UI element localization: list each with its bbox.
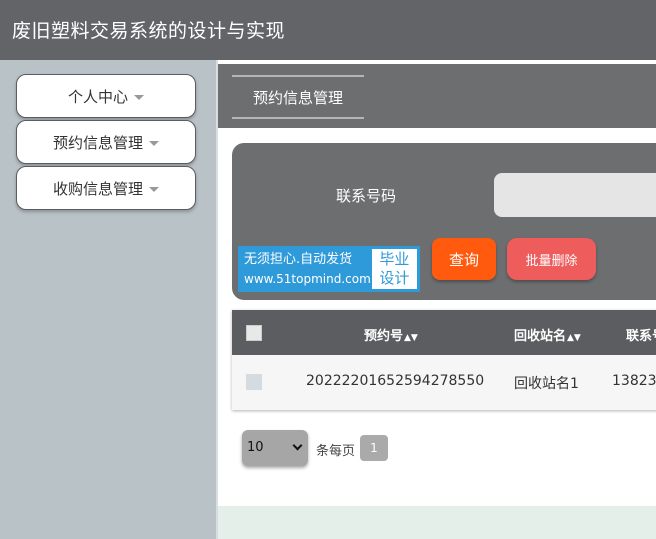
query-button[interactable]: 查询	[432, 238, 496, 280]
table-header: 预约号▲▼ 回收站名▲▼ 联系号	[232, 310, 656, 355]
caret-down-icon	[134, 94, 144, 100]
per-page-label: 条每页	[316, 444, 356, 459]
sort-icon: ▲▼	[567, 333, 581, 343]
footer-area	[218, 506, 656, 539]
sidebar-item-label: 预约信息管理	[52, 133, 143, 152]
table-row[interactable]: 20222201652594278550 回收站名1 138238	[232, 355, 656, 410]
breadcrumb: 预约信息管理	[218, 64, 656, 128]
sidebar-item-label: 个人中心	[67, 87, 128, 106]
cell-phone: 138238	[612, 373, 656, 389]
main-content: 预约信息管理 联系号码 无须担心.自动发货 www.51topmind.com …	[216, 60, 656, 539]
cell-booking-no: 20222201652594278550	[306, 373, 485, 389]
ad-badge: 毕业 设计	[371, 249, 417, 289]
chevron-down-icon	[292, 440, 303, 451]
app-title: 废旧塑料交易系统的设计与实现	[12, 20, 286, 42]
ad-banner[interactable]: 无须担心.自动发货 www.51topmind.com 毕业 设计	[238, 246, 420, 292]
data-table: 预约号▲▼ 回收站名▲▼ 联系号 20222201652594278550 回收…	[232, 310, 656, 410]
sort-icon: ▲▼	[404, 333, 418, 343]
caret-down-icon	[149, 186, 159, 192]
column-label: 回收站名	[514, 329, 567, 344]
ad-badge-line1: 毕业	[379, 250, 410, 268]
ad-line2: www.51topmind.com	[244, 272, 371, 286]
column-header-phone[interactable]: 联系号	[626, 325, 656, 344]
page-size-value: 10	[247, 440, 264, 455]
phone-search-input[interactable]	[494, 173, 656, 217]
page-size-select[interactable]: 10	[242, 430, 308, 466]
ad-badge-line2: 设计	[379, 269, 410, 287]
top-header-bar: 废旧塑料交易系统的设计与实现	[0, 0, 656, 60]
row-checkbox[interactable]	[246, 374, 262, 390]
phone-field-label: 联系号码	[336, 187, 397, 205]
column-label: 联系号	[626, 329, 656, 344]
ad-line1: 无须担心.自动发货	[244, 252, 353, 267]
sidebar-item-personal-center[interactable]: 个人中心	[16, 74, 196, 118]
page-number-button[interactable]: 1	[360, 435, 388, 461]
column-header-station[interactable]: 回收站名▲▼	[514, 325, 581, 344]
sidebar-item-purchase-management[interactable]: 收购信息管理	[16, 166, 196, 210]
cell-station: 回收站名1	[514, 376, 579, 392]
sidebar-item-booking-management[interactable]: 预约信息管理	[16, 120, 196, 164]
select-all-checkbox[interactable]	[246, 325, 262, 341]
caret-down-icon	[149, 140, 159, 146]
column-label: 预约号	[364, 329, 404, 344]
column-header-booking-no[interactable]: 预约号▲▼	[364, 325, 418, 344]
ad-text: 无须担心.自动发货 www.51topmind.com	[238, 246, 372, 292]
breadcrumb-current[interactable]: 预约信息管理	[232, 75, 364, 119]
batch-delete-button[interactable]: 批量删除	[507, 238, 596, 280]
sidebar: 个人中心 预约信息管理 收购信息管理	[0, 60, 216, 539]
search-panel: 联系号码 无须担心.自动发货 www.51topmind.com 毕业 设计 查…	[232, 143, 656, 300]
sidebar-item-label: 收购信息管理	[52, 179, 143, 198]
